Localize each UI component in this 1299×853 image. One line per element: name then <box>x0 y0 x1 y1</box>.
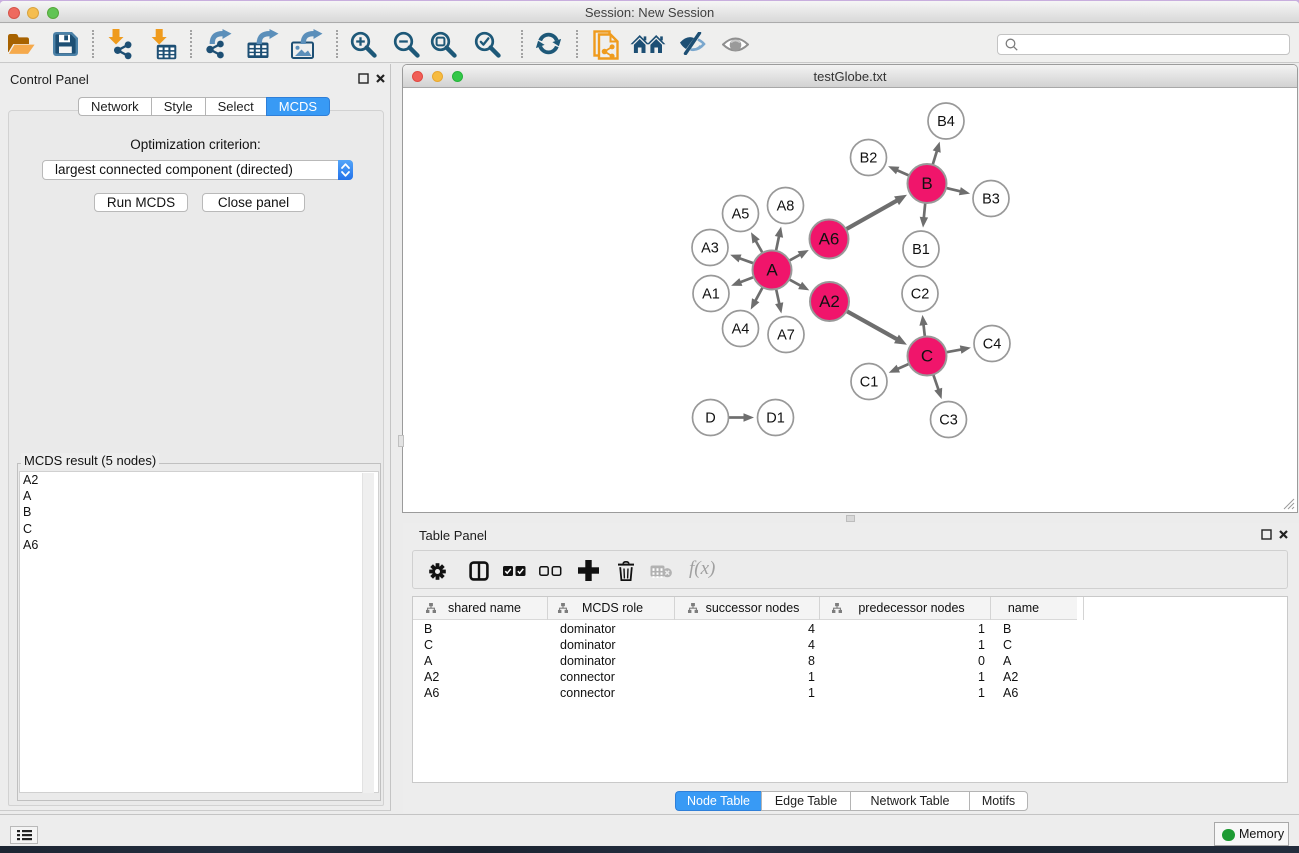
svg-text:B2: B2 <box>860 150 878 166</box>
svg-text:A4: A4 <box>732 321 750 337</box>
svg-text:B3: B3 <box>982 191 1000 207</box>
svg-text:B1: B1 <box>912 242 930 258</box>
svg-text:C4: C4 <box>983 336 1002 352</box>
svg-text:A3: A3 <box>701 240 719 256</box>
svg-text:A7: A7 <box>777 327 795 343</box>
svg-text:C1: C1 <box>860 374 879 390</box>
svg-text:D1: D1 <box>766 410 785 426</box>
svg-text:B: B <box>921 174 932 193</box>
svg-text:D: D <box>705 410 715 426</box>
svg-text:A1: A1 <box>702 286 720 302</box>
svg-text:A: A <box>766 261 778 280</box>
svg-text:C2: C2 <box>911 286 930 302</box>
svg-text:A2: A2 <box>819 292 840 311</box>
svg-text:A8: A8 <box>777 198 795 214</box>
svg-text:B4: B4 <box>937 114 955 130</box>
svg-text:C: C <box>921 347 933 366</box>
svg-text:A6: A6 <box>819 230 840 249</box>
svg-text:A5: A5 <box>732 206 750 222</box>
svg-text:C3: C3 <box>939 412 958 428</box>
